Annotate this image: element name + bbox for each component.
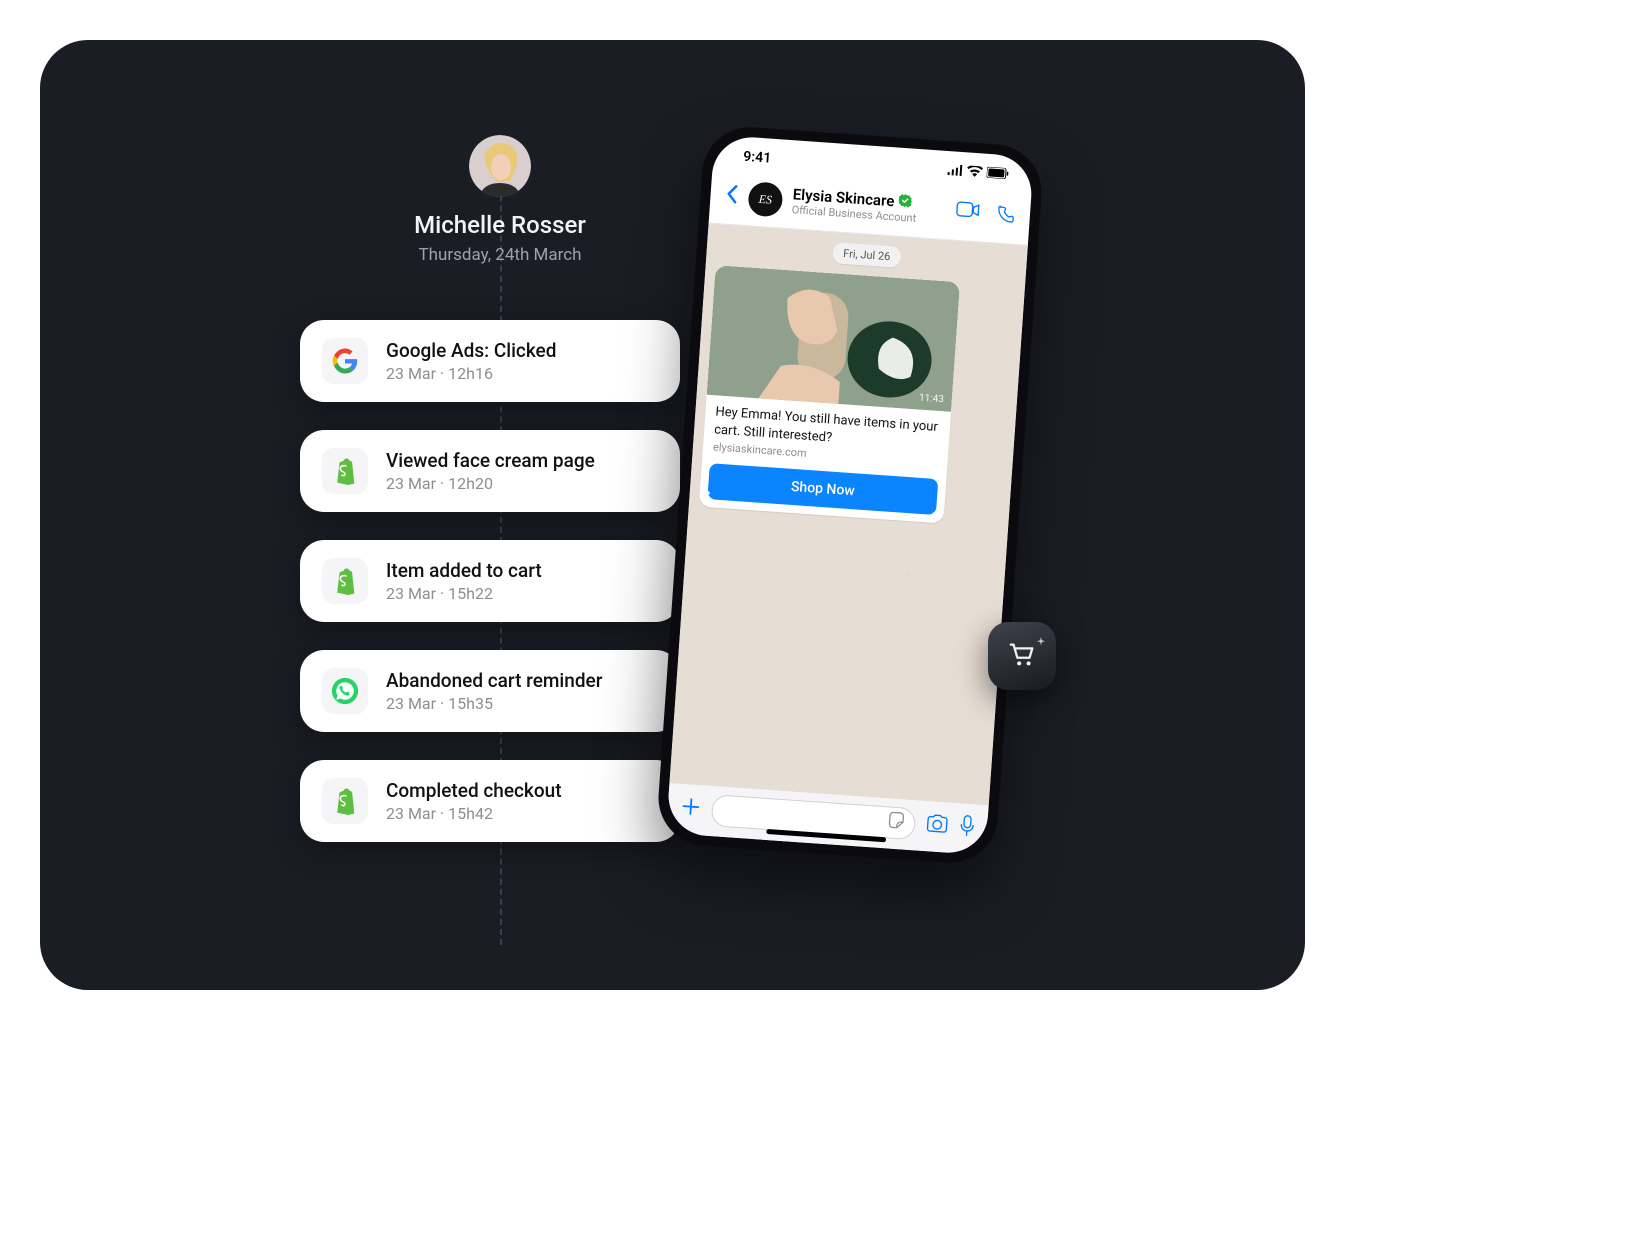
event-title: Google Ads: Clicked — [386, 339, 658, 362]
event-added-cart: Item added to cart 23 Mar · 15h22 — [300, 540, 680, 622]
user-avatar — [469, 135, 531, 197]
canvas: Michelle Rosser Thursday, 24th March Goo… — [40, 40, 1305, 990]
google-icon — [322, 338, 368, 384]
event-abandoned-cart: Abandoned cart reminder 23 Mar · 15h35 — [300, 650, 680, 732]
whatsapp-icon — [322, 668, 368, 714]
user-name: Michelle Rosser — [300, 211, 700, 239]
shopify-icon — [322, 448, 368, 494]
shopify-icon — [322, 778, 368, 824]
event-google-ads: Google Ads: Clicked 23 Mar · 12h16 — [300, 320, 680, 402]
shopify-icon — [322, 558, 368, 604]
plus-icon[interactable] — [679, 795, 703, 822]
event-title: Item added to cart — [386, 559, 658, 582]
event-time: 23 Mar · 15h42 — [386, 804, 658, 823]
event-time: 23 Mar · 15h22 — [386, 584, 658, 603]
voice-call-icon[interactable] — [995, 204, 1017, 229]
event-time: 23 Mar · 12h20 — [386, 474, 658, 493]
event-time: 23 Mar · 12h16 — [386, 364, 658, 383]
event-title: Abandoned cart reminder — [386, 669, 658, 692]
message-card: 11:43 Hey Emma! You still have items in … — [699, 265, 960, 524]
wifi-icon — [966, 164, 983, 181]
business-avatar[interactable]: ES — [747, 181, 783, 217]
verified-badge-icon — [898, 193, 912, 212]
event-title: Completed checkout — [386, 779, 658, 802]
message-time: 11:43 — [919, 393, 945, 406]
user-date: Thursday, 24th March — [300, 245, 700, 265]
cart-fab[interactable] — [988, 622, 1056, 690]
back-button[interactable] — [724, 184, 740, 211]
business-info[interactable]: Elysia Skincare Official Business Accoun… — [791, 186, 947, 228]
event-time: 23 Mar · 15h35 — [386, 694, 658, 713]
phone-mockup: 9:41 — [655, 124, 1044, 866]
mic-icon[interactable] — [958, 814, 976, 841]
chat-body[interactable]: Fri, Jul 26 11:4 — [669, 223, 1027, 805]
timeline-cards: Google Ads: Clicked 23 Mar · 12h16 Viewe… — [300, 320, 680, 842]
event-viewed-page: Viewed face cream page 23 Mar · 12h20 — [300, 430, 680, 512]
cart-icon — [1007, 639, 1037, 673]
user-profile: Michelle Rosser Thursday, 24th March — [300, 135, 700, 265]
chat-date-pill: Fri, Jul 26 — [833, 242, 901, 268]
video-call-icon[interactable] — [955, 201, 981, 227]
sticker-icon[interactable] — [885, 810, 907, 835]
battery-icon — [986, 166, 1009, 183]
camera-icon[interactable] — [924, 813, 950, 839]
sparkle-icon — [1036, 632, 1046, 651]
status-time: 9:41 — [743, 149, 772, 167]
message-image[interactable]: 11:43 — [707, 265, 960, 412]
event-title: Viewed face cream page — [386, 449, 658, 472]
cellular-icon — [946, 163, 963, 180]
event-completed-checkout: Completed checkout 23 Mar · 15h42 — [300, 760, 680, 842]
